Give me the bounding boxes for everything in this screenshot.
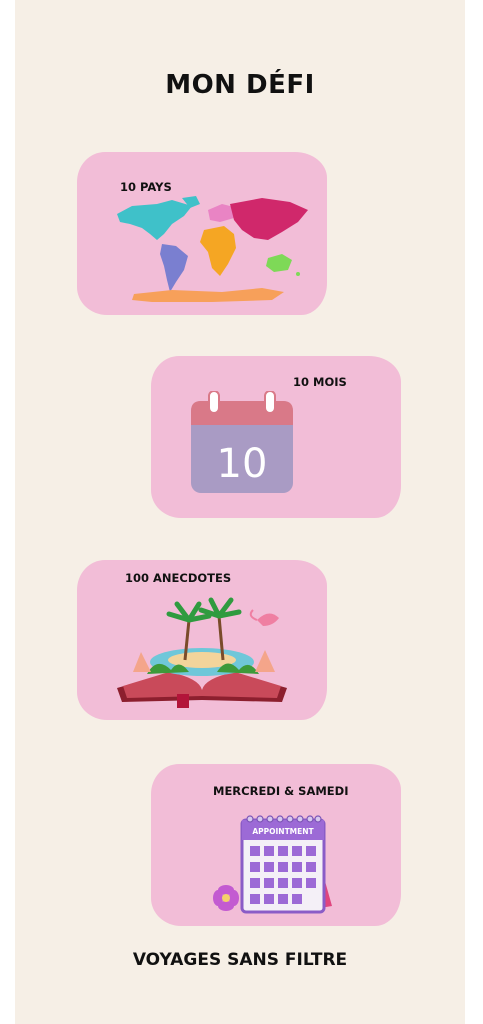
card-anecdotes: 100 ANECDOTES — [77, 560, 327, 720]
card-months: 10 MOIS 10 — [151, 356, 401, 518]
card-days: MERCREDI & SAMEDI APPOINTMENT — [151, 764, 401, 926]
card-days-label: MERCREDI & SAMEDI — [213, 784, 349, 798]
card-countries: 10 PAYS — [77, 152, 327, 315]
card-countries-label: 10 PAYS — [120, 180, 172, 194]
appointment-text: APPOINTMENT — [252, 827, 314, 836]
world-map-icon — [117, 196, 308, 302]
open-book-island-icon — [117, 597, 287, 708]
page-title: MON DÉFI — [165, 70, 315, 100]
flower-icon — [213, 885, 239, 911]
card-months-label: 10 MOIS — [293, 375, 347, 389]
calendar-icon: 10 — [191, 391, 293, 493]
card-anecdotes-label: 100 ANECDOTES — [125, 571, 232, 585]
infographic-page: MON DÉFI 10 PAYS 10 MOIS 10 100 ANECDOTE… — [15, 0, 465, 1024]
appointment-calendar-icon: APPOINTMENT — [213, 815, 332, 914]
footer-brand: VOYAGES SANS FILTRE — [132, 950, 348, 970]
calendar-number: 10 — [217, 441, 268, 487]
